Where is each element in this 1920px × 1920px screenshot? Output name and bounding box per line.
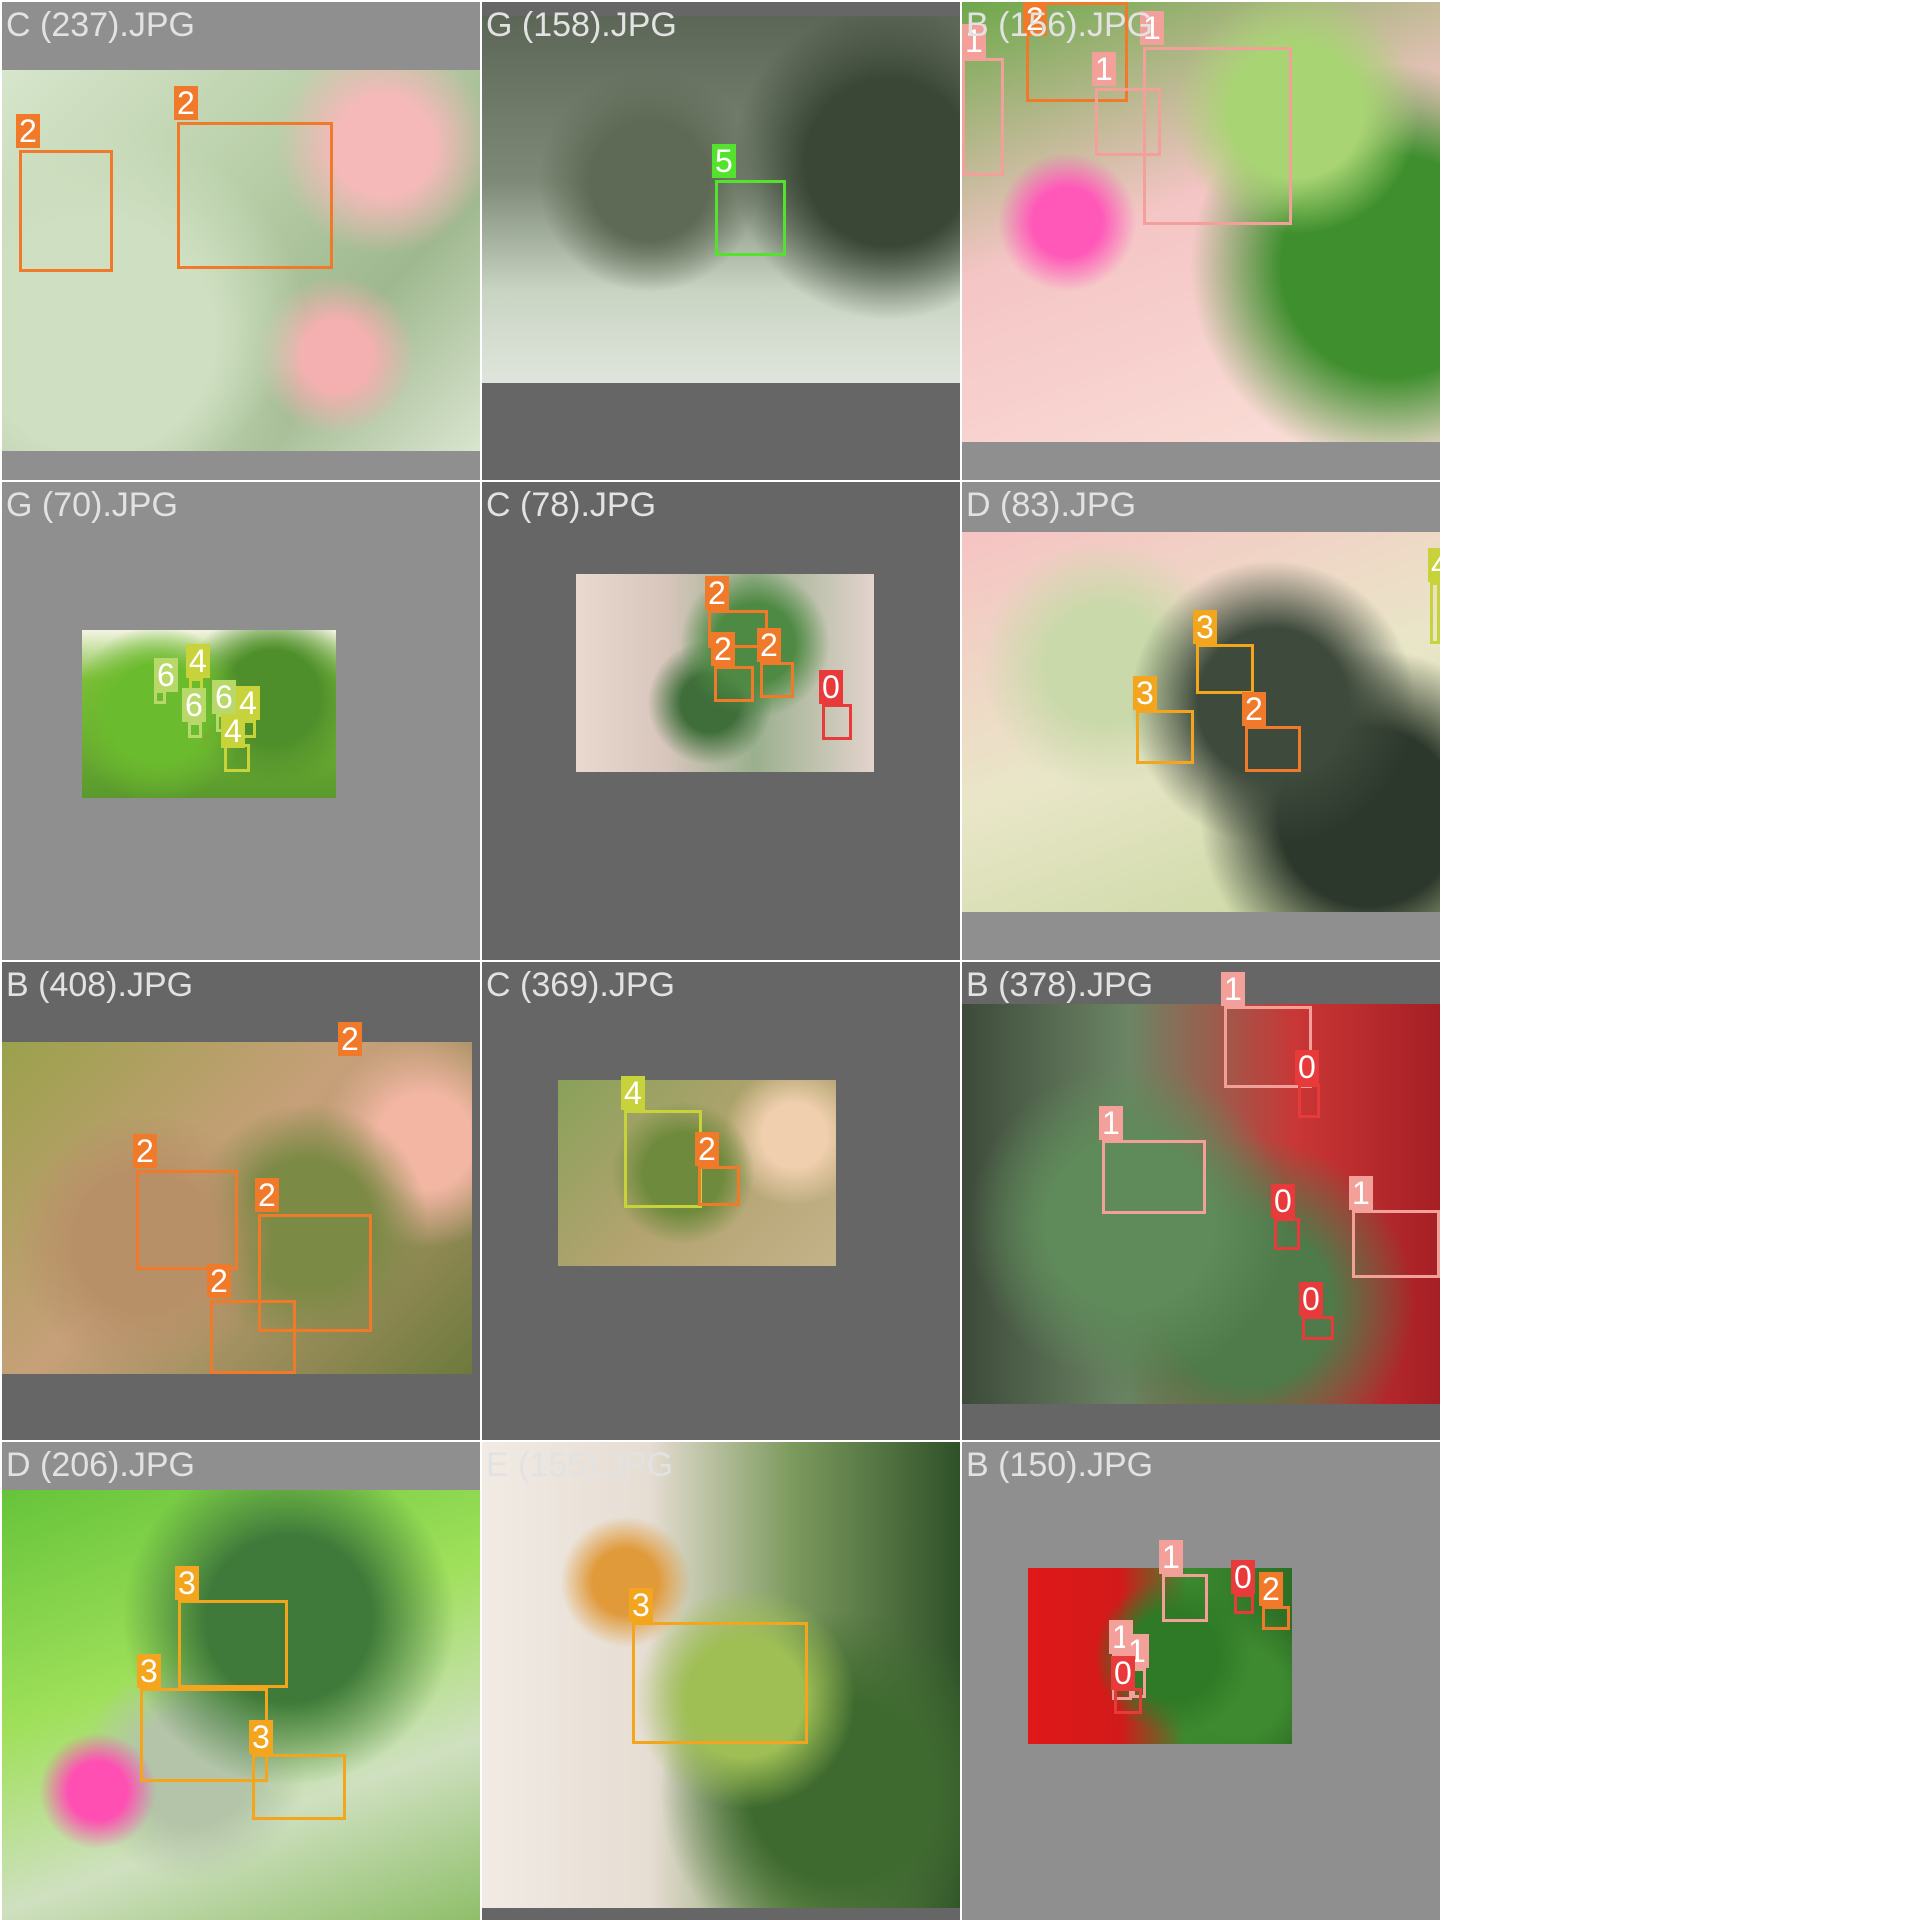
grid-tile[interactable]: G (158).JPG 5	[482, 2, 960, 480]
detection-class-label: 6	[154, 658, 178, 692]
detection-box[interactable]	[1262, 1606, 1290, 1630]
tile-filename: B (408).JPG	[6, 966, 194, 1004]
detection-box[interactable]	[624, 1110, 702, 1208]
detection-class-label: 4	[621, 1076, 645, 1110]
detection-class-label: 2	[133, 1134, 157, 1168]
detection-box[interactable]	[210, 1300, 296, 1374]
grid-tile[interactable]: B (408).JPG 2 2 2 2	[2, 962, 480, 1440]
grid-tile[interactable]: C (369).JPG 4 2	[482, 962, 960, 1440]
detection-box[interactable]	[188, 722, 202, 738]
detection-box[interactable]	[1114, 1688, 1142, 1714]
detection-class-label: 0	[1271, 1184, 1295, 1218]
detection-class-label: 3	[1193, 610, 1217, 644]
tile-filename: B (156).JPG	[966, 6, 1154, 44]
detection-class-label: 2	[174, 86, 198, 120]
detection-class-label: 6	[212, 680, 236, 714]
detection-box[interactable]	[714, 666, 754, 702]
detection-box[interactable]	[1196, 644, 1254, 694]
detection-box[interactable]	[1136, 710, 1194, 764]
detection-box[interactable]	[136, 1170, 238, 1270]
detection-class-label: 0	[1231, 1560, 1255, 1594]
tile-filename: G (70).JPG	[6, 486, 178, 524]
grid-tile[interactable]: E (155).JPG 3	[482, 1442, 960, 1920]
tile-filename: D (83).JPG	[966, 486, 1137, 524]
image-grid: C (237).JPG 2 2 G (158).JPG 5 B (156).JP…	[0, 0, 1440, 1920]
detection-class-label: 2	[695, 1132, 719, 1166]
tile-filename: C (78).JPG	[486, 486, 657, 524]
detection-box[interactable]	[177, 122, 333, 269]
tile-filename: G (158).JPG	[486, 6, 677, 44]
detection-class-label: 6	[182, 688, 206, 722]
detection-class-label: 0	[819, 670, 843, 704]
grid-tile[interactable]: G (70).JPG 6 4 6 6 4 4	[2, 482, 480, 960]
tile-filename: E (155).JPG	[486, 1446, 674, 1484]
detection-box[interactable]	[1102, 1140, 1206, 1214]
detection-box[interactable]	[1352, 1210, 1440, 1278]
detection-box[interactable]	[1298, 1084, 1320, 1118]
detection-class-label: 4	[1428, 548, 1440, 582]
detection-box[interactable]	[715, 180, 786, 256]
detection-box[interactable]	[698, 1166, 740, 1206]
detection-box[interactable]	[822, 704, 852, 740]
tile-filename: D (206).JPG	[6, 1446, 195, 1484]
detection-class-label: 2	[255, 1178, 279, 1212]
grid-tile[interactable]: C (237).JPG 2 2	[2, 2, 480, 480]
detection-class-label: 2	[207, 1264, 231, 1298]
detection-box[interactable]	[252, 1754, 346, 1820]
detection-class-label: 0	[1299, 1282, 1323, 1316]
grid-tile[interactable]: B (156).JPG 2 1 1 1	[962, 2, 1440, 480]
detection-box[interactable]	[1143, 47, 1292, 225]
detection-class-label: 3	[175, 1566, 199, 1600]
detection-box[interactable]	[632, 1622, 808, 1744]
tile-photo	[962, 532, 1440, 912]
detection-class-label: 3	[137, 1654, 161, 1688]
detection-class-label: 2	[757, 628, 781, 662]
detection-box[interactable]	[1274, 1218, 1300, 1250]
detection-box[interactable]	[1162, 1574, 1208, 1622]
detection-class-label: 3	[629, 1588, 653, 1622]
grid-tile[interactable]: B (378).JPG 1 0 1 0 1 0	[962, 962, 1440, 1440]
detection-box[interactable]	[962, 58, 1004, 176]
detection-box[interactable]	[1430, 582, 1440, 644]
detection-box[interactable]	[1234, 1594, 1254, 1614]
grid-tile[interactable]: B (150).JPG 1 0 2 1 1 0	[962, 1442, 1440, 1920]
detection-class-label: 1	[1221, 972, 1245, 1006]
grid-tile[interactable]: D (83).JPG 3 3 2 4	[962, 482, 1440, 960]
detection-box[interactable]	[760, 662, 794, 698]
detection-class-label: 0	[1111, 1656, 1135, 1690]
detection-class-label: 2	[711, 632, 735, 666]
detection-class-label: 3	[1133, 676, 1157, 710]
detection-class-label: 2	[16, 114, 40, 148]
detection-class-label: 1	[1349, 1176, 1373, 1210]
detection-box[interactable]	[19, 150, 113, 272]
detection-box[interactable]	[1245, 726, 1301, 772]
detection-class-label: 0	[1295, 1050, 1319, 1084]
detection-box[interactable]	[1302, 1316, 1334, 1340]
detection-class-label: 3	[249, 1720, 273, 1754]
detection-class-label: 1	[1099, 1106, 1123, 1140]
grid-tile[interactable]: C (78).JPG 2 2 2 0	[482, 482, 960, 960]
detection-class-label: 4	[221, 714, 245, 748]
detection-class-label: 1	[1092, 52, 1116, 86]
tile-filename: C (369).JPG	[486, 966, 675, 1004]
grid-tile[interactable]: D (206).JPG 3 3 3	[2, 1442, 480, 1920]
detection-class-label: 2	[338, 1022, 362, 1056]
tile-filename: B (378).JPG	[966, 966, 1154, 1004]
tile-filename: B (150).JPG	[966, 1446, 1154, 1484]
detection-class-label: 2	[1259, 1572, 1283, 1606]
detection-class-label: 5	[712, 144, 736, 178]
detection-class-label: 4	[186, 644, 210, 678]
detection-class-label: 1	[1159, 1540, 1183, 1574]
detection-class-label: 2	[705, 576, 729, 610]
tile-filename: C (237).JPG	[6, 6, 195, 44]
detection-class-label: 2	[1242, 692, 1266, 726]
detection-box[interactable]	[178, 1600, 288, 1688]
